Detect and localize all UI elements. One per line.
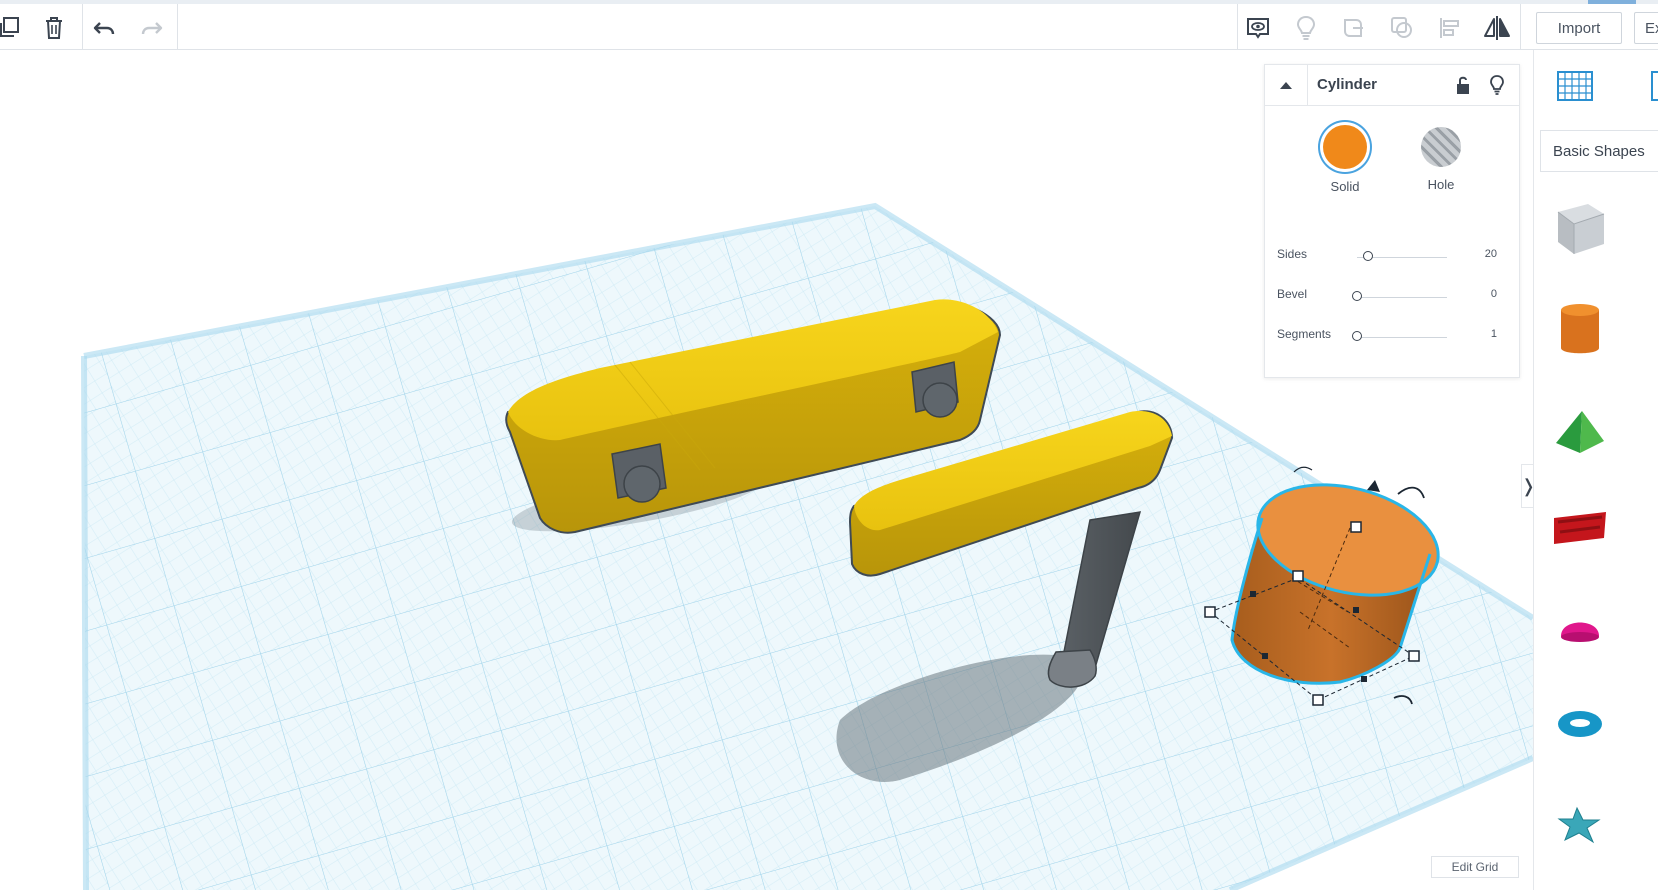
shape-cylinder[interactable] — [1550, 300, 1610, 360]
import-button[interactable]: Import — [1536, 12, 1622, 44]
param-label: Segments — [1277, 327, 1332, 341]
show-all-icon — [1247, 18, 1269, 39]
light-bulb-icon — [1296, 15, 1316, 40]
text-icon — [1554, 512, 1606, 544]
pyramid-icon — [1556, 411, 1604, 453]
hide-button[interactable] — [1288, 10, 1324, 46]
light-bulb-icon — [1490, 75, 1504, 95]
half-sphere-icon — [1561, 622, 1599, 642]
workplane-button[interactable] — [1552, 62, 1598, 108]
shapes-panel: Basic Shapes — [1533, 50, 1658, 890]
shape-sphere[interactable] — [1644, 300, 1658, 360]
lock-button[interactable] — [1451, 73, 1475, 97]
ungroup-icon — [1391, 17, 1412, 38]
shape-paraboloid[interactable] — [1644, 598, 1658, 658]
param-row-segments: Segments 1 — [1277, 327, 1509, 347]
duplicate-button[interactable] — [0, 10, 28, 46]
undo-icon — [93, 22, 115, 35]
hole-option[interactable]: Hole — [1401, 125, 1481, 192]
slider-knob[interactable] — [1352, 291, 1362, 301]
shape-category-select[interactable]: Basic Shapes — [1540, 130, 1658, 172]
trash-icon — [46, 17, 62, 39]
slider-track[interactable] — [1357, 337, 1447, 338]
shape-roof[interactable] — [1550, 402, 1610, 462]
cylinder-icon — [1561, 304, 1599, 354]
toolbar-divider — [177, 4, 178, 50]
inspector-title: Cylinder — [1317, 76, 1378, 93]
slider-track[interactable] — [1357, 297, 1447, 298]
shape-star[interactable] — [1550, 794, 1610, 854]
shape-text[interactable] — [1550, 498, 1610, 558]
group-icon — [1344, 19, 1363, 37]
redo-button[interactable] — [134, 10, 170, 46]
duplicate-icon — [0, 17, 19, 37]
slider-knob[interactable] — [1352, 331, 1362, 341]
undo-button[interactable] — [86, 10, 122, 46]
shape-box-2[interactable] — [1644, 198, 1658, 258]
solid-option[interactable]: Solid — [1305, 125, 1385, 194]
shape-half-sphere[interactable] — [1550, 598, 1610, 658]
group-button[interactable] — [1336, 10, 1372, 46]
box-icon — [1654, 198, 1658, 258]
box-icon — [1557, 204, 1605, 254]
torus-icon — [1558, 711, 1602, 737]
param-label: Sides — [1277, 247, 1308, 261]
workplane-icon — [1557, 71, 1593, 101]
shape-wedge[interactable] — [1644, 498, 1658, 558]
ungroup-button[interactable] — [1384, 10, 1420, 46]
top-toolbar: Import Ex — [0, 0, 1658, 50]
active-tab-indicator — [1588, 0, 1636, 4]
align-icon — [1440, 18, 1459, 38]
toolbar-divider — [82, 4, 83, 50]
inspector-collapse-button[interactable] — [1265, 65, 1308, 105]
hole-swatch[interactable] — [1421, 127, 1461, 167]
ruler-icon — [1651, 71, 1658, 101]
shape-inspector: Cylinder Solid Hole Sides 20 Bevel 0 Seg… — [1264, 64, 1520, 378]
hide-shape-button[interactable] — [1485, 73, 1509, 97]
edit-grid-button[interactable]: Edit Grid — [1431, 856, 1519, 878]
toolbar-divider — [1520, 4, 1521, 50]
solid-color-swatch[interactable] — [1323, 125, 1367, 169]
delete-button[interactable] — [36, 10, 72, 46]
star-icon — [1557, 806, 1601, 844]
param-row-bevel: Bevel 0 — [1277, 287, 1509, 307]
shape-icon-partial[interactable] — [1644, 794, 1658, 854]
param-value[interactable]: 1 — [1491, 328, 1497, 340]
shape-cone[interactable] — [1644, 402, 1658, 462]
inspector-header: Cylinder — [1265, 65, 1519, 106]
slider-knob[interactable] — [1363, 251, 1373, 261]
export-button[interactable]: Ex — [1634, 12, 1658, 44]
solid-label: Solid — [1330, 179, 1360, 194]
ruler-button[interactable] — [1646, 62, 1658, 108]
param-label: Bevel — [1277, 287, 1308, 301]
shape-box[interactable] — [1550, 198, 1610, 258]
redo-icon — [141, 22, 163, 35]
mirror-icon — [1484, 16, 1510, 40]
shape-torus[interactable] — [1550, 694, 1610, 754]
align-button[interactable] — [1432, 10, 1468, 46]
chevron-up-icon — [1280, 82, 1292, 89]
param-value[interactable]: 20 — [1485, 248, 1497, 260]
toolbar-divider — [1237, 4, 1238, 50]
param-value[interactable]: 0 — [1491, 288, 1497, 300]
param-row-sides: Sides 20 — [1277, 247, 1509, 267]
mirror-button[interactable] — [1479, 10, 1515, 46]
shape-tube[interactable] — [1644, 694, 1658, 754]
show-all-button[interactable] — [1240, 10, 1276, 46]
lock-icon — [1457, 76, 1469, 94]
hole-label: Hole — [1427, 177, 1455, 192]
